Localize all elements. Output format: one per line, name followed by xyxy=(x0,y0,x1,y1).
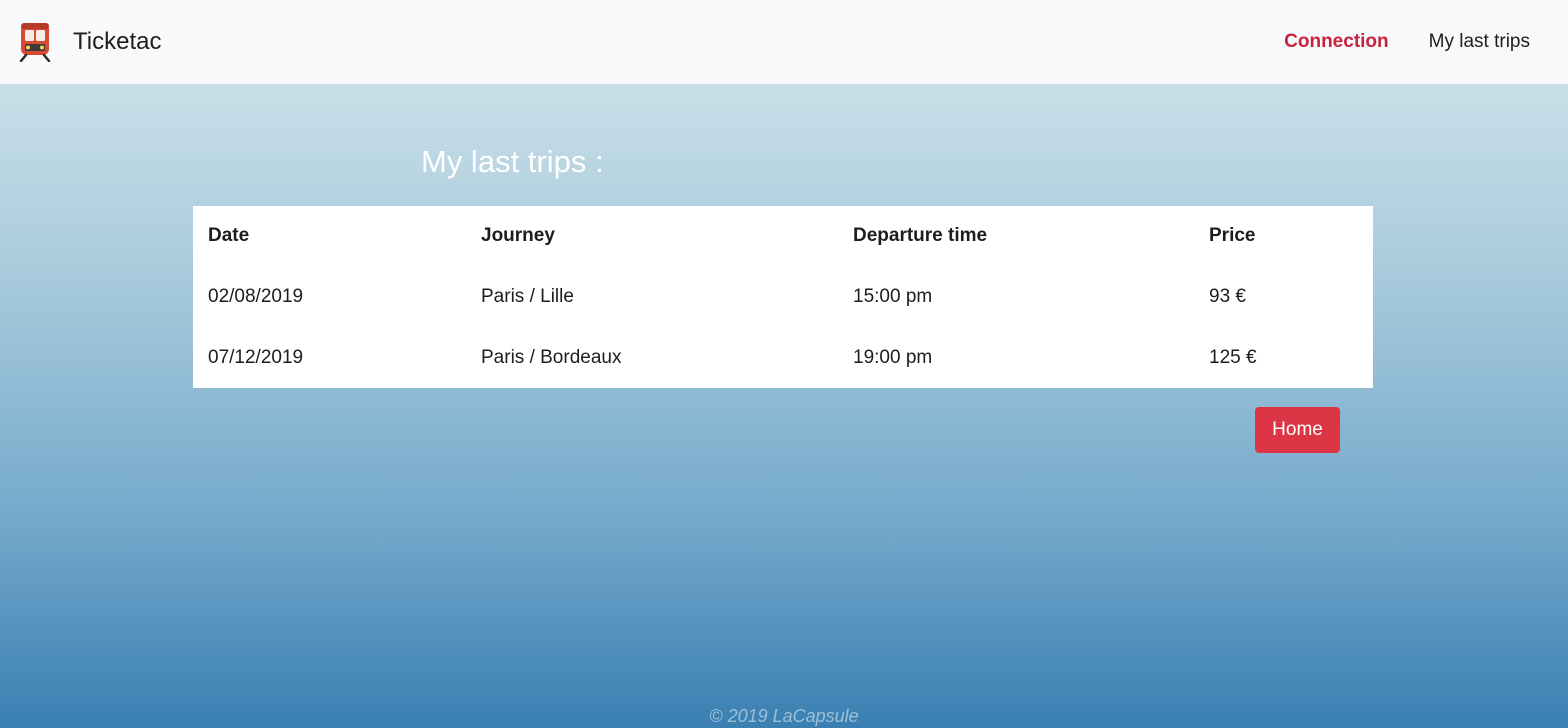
cell-departure-time: 15:00 pm xyxy=(853,285,933,307)
table-row: 07/12/2019 Paris / Bordeaux 19:00 pm 125… xyxy=(193,327,1373,388)
page-title: My last trips : xyxy=(421,144,604,179)
column-header-price: Price xyxy=(1209,225,1256,246)
table-header-row: Date Journey Departure time Price xyxy=(193,206,1373,266)
brand-link[interactable]: Ticketac xyxy=(18,22,161,62)
table-row: 02/08/2019 Paris / Lille 15:00 pm 93 € xyxy=(193,266,1373,327)
column-header-date: Date xyxy=(208,225,250,246)
home-button[interactable]: Home xyxy=(1255,407,1340,453)
cell-price: 125 € xyxy=(1209,346,1257,368)
footer-copyright: © 2019 LaCapsule xyxy=(709,706,859,726)
trips-table: Date Journey Departure time Price 02/08/… xyxy=(193,206,1373,388)
brand-name: Ticketac xyxy=(73,28,162,55)
navbar: Ticketac Connection My last trips xyxy=(0,0,1568,84)
train-icon xyxy=(19,23,51,62)
cell-journey: Paris / Bordeaux xyxy=(481,346,622,368)
cell-price: 93 € xyxy=(1209,285,1246,307)
column-header-journey: Journey xyxy=(481,225,555,246)
nav-links: Connection My last trips xyxy=(1244,0,1530,84)
cell-date: 02/08/2019 xyxy=(208,285,304,307)
nav-link-connection[interactable]: Connection xyxy=(1284,31,1389,53)
cell-departure-time: 19:00 pm xyxy=(853,346,933,368)
nav-link-my-last-trips[interactable]: My last trips xyxy=(1429,31,1530,53)
column-header-departure-time: Departure time xyxy=(853,225,988,246)
cell-journey: Paris / Lille xyxy=(481,285,574,307)
cell-date: 07/12/2019 xyxy=(208,346,304,368)
